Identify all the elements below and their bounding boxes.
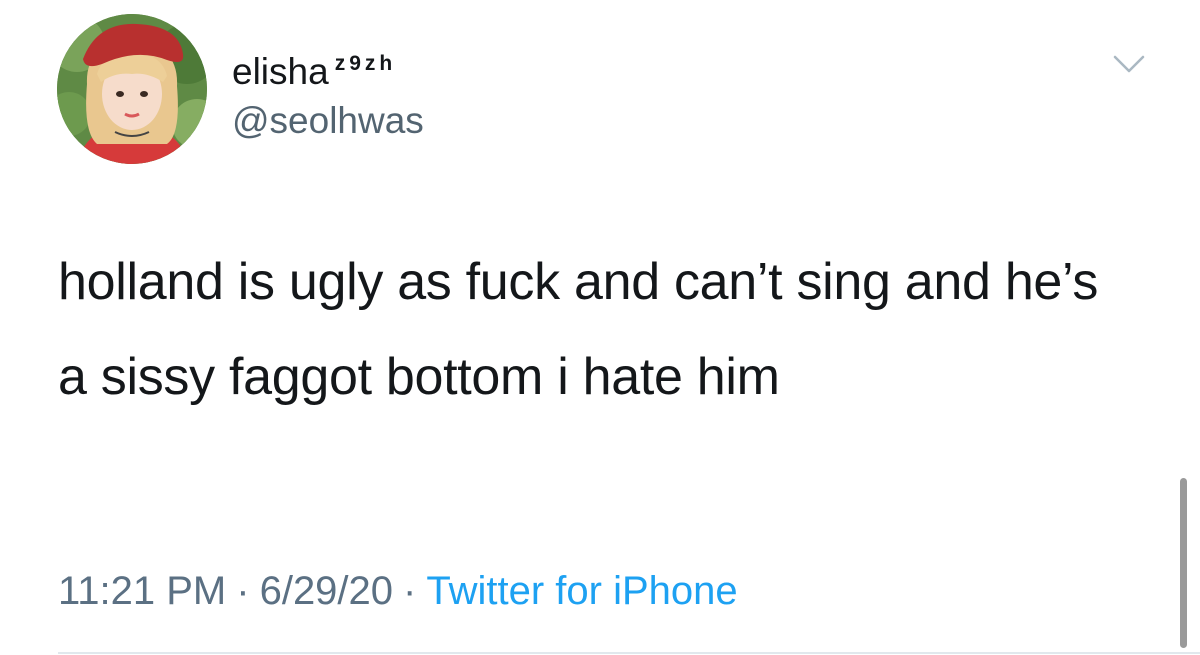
user-handle[interactable]: @seolhwas: [232, 99, 424, 143]
scrollbar[interactable]: [1180, 478, 1187, 648]
tweet-time[interactable]: 11:21 PM: [58, 569, 226, 613]
author-block: elisha z9zh @seolhwas: [232, 42, 424, 143]
divider: [58, 652, 1200, 654]
display-name-text[interactable]: elisha: [232, 51, 329, 92]
tweet-meta: 11:21 PM · 6/29/20 · Twitter for iPhone: [58, 565, 738, 617]
tweet-card: elisha z9zh @seolhwas holland is ugly as …: [0, 0, 1200, 655]
avatar-image: [57, 14, 207, 164]
display-name[interactable]: elisha z9zh: [232, 42, 424, 94]
tweet-source-link[interactable]: Twitter for iPhone: [426, 569, 737, 613]
tweet-date[interactable]: 6/29/20: [260, 569, 393, 613]
chevron-down-icon: [1113, 55, 1145, 73]
tweet-text: holland is ugly as fuck and can’t sing a…: [58, 253, 1099, 406]
meta-separator: ·: [403, 569, 417, 613]
avatar[interactable]: [57, 14, 207, 164]
tweet-menu-button[interactable]: [1112, 52, 1146, 76]
meta-separator: ·: [236, 569, 250, 613]
display-name-superscript: z9zh: [334, 52, 397, 75]
